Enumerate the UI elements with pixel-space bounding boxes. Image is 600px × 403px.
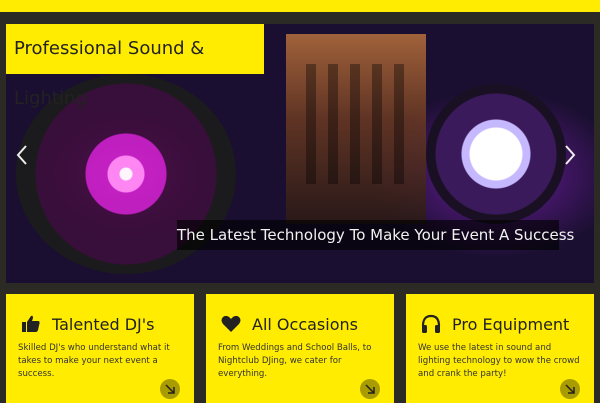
card-header: Pro Equipment <box>420 310 569 338</box>
heart-icon <box>220 313 242 335</box>
turntable-right-image <box>426 84 566 224</box>
feature-card-pro-equipment: Pro Equipment We use the latest in sound… <box>406 294 594 403</box>
headphones-icon <box>420 313 442 335</box>
mixer-controls-image <box>306 64 406 184</box>
hero-slider[interactable]: Professional Sound & Lighting The Latest… <box>6 24 594 283</box>
card-link-button[interactable] <box>160 379 180 399</box>
feature-card-all-occasions: All Occasions From Weddings and School B… <box>206 294 394 403</box>
slider-title: Professional Sound & Lighting <box>6 24 264 109</box>
card-title: All Occasions <box>252 314 358 334</box>
card-link-button[interactable] <box>560 379 580 399</box>
chevron-left-icon <box>16 145 27 165</box>
card-description: Skilled DJ's who understand what it take… <box>18 343 170 379</box>
slider-prev-button[interactable] <box>12 144 32 172</box>
chevron-right-icon <box>565 145 576 165</box>
card-title: Pro Equipment <box>452 314 570 334</box>
card-link-button[interactable] <box>360 379 380 399</box>
card-header: Talented DJ's <box>20 310 155 338</box>
card-description: We use the latest in sound and lighting … <box>418 343 580 379</box>
slider-next-button[interactable] <box>560 144 580 172</box>
card-header: All Occasions <box>220 310 358 338</box>
card-description: From Weddings and School Balls, to Night… <box>218 343 372 379</box>
arrow-down-right-icon <box>565 384 575 394</box>
feature-card-talented-djs: Talented DJ's Skilled DJ's who understan… <box>6 294 194 403</box>
arrow-down-right-icon <box>365 384 375 394</box>
top-accent-bar <box>0 0 600 12</box>
arrow-down-right-icon <box>165 384 175 394</box>
thumbs-up-icon <box>20 313 42 335</box>
slider-caption: The Latest Technology To Make Your Event… <box>177 220 574 250</box>
card-title: Talented DJ's <box>52 314 155 334</box>
